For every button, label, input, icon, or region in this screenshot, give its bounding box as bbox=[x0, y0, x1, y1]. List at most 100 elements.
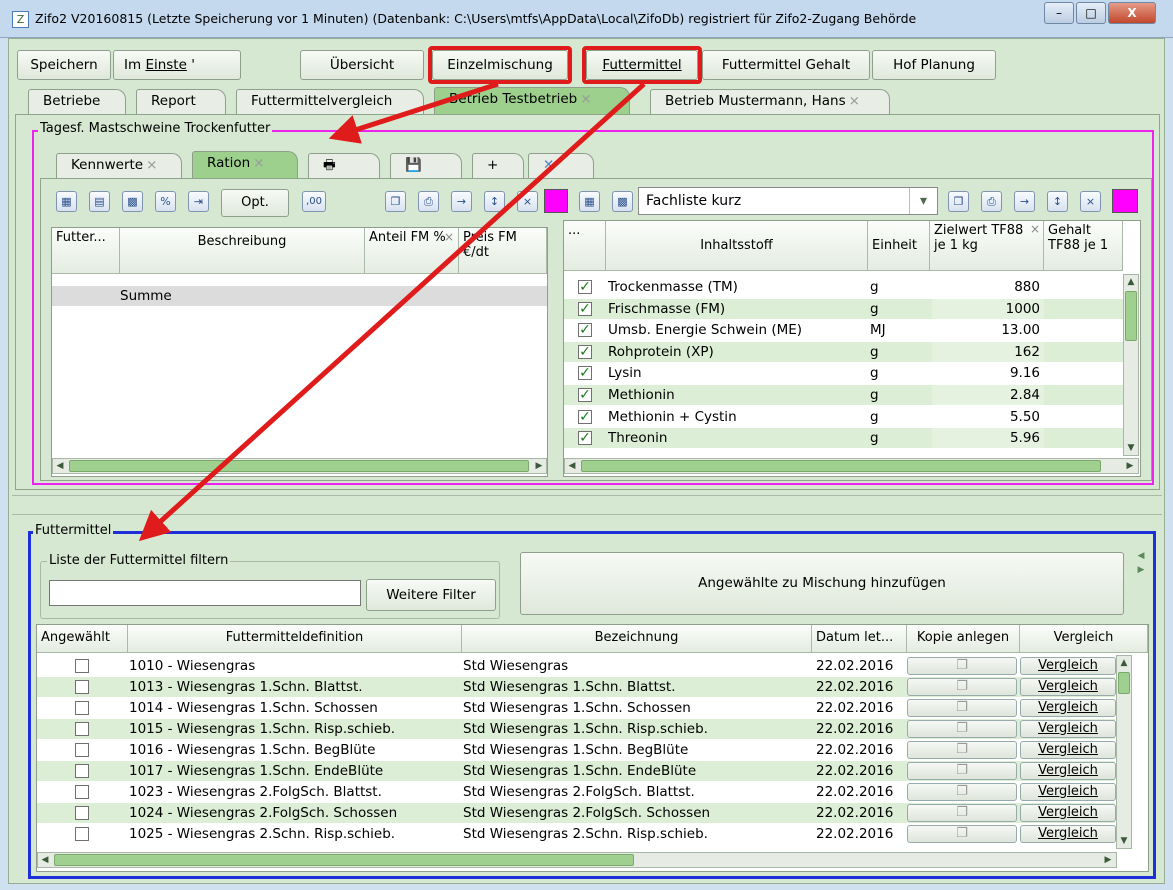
feed-row[interactable]: 1015 - Wiesengras 1.Schn. Risp.schieb. St… bbox=[37, 719, 1116, 739]
feed-row[interactable]: 1024 - Wiesengras 2.FolgSch. Schossen Std… bbox=[37, 803, 1116, 823]
export-icon[interactable]: → bbox=[451, 191, 472, 212]
delete-icon[interactable]: × bbox=[517, 191, 538, 212]
nutrient-target[interactable]: 13.00 bbox=[932, 320, 1044, 341]
col-einheit[interactable]: Einheit bbox=[868, 221, 930, 271]
nutrient-row[interactable]: ✓ Methionin + Cystin g 5.50 bbox=[564, 406, 1123, 427]
col-angewaehlt[interactable]: Angewählt bbox=[37, 625, 128, 653]
feed-row[interactable]: 1014 - Wiesengras 1.Schn. Schossen Std Wi… bbox=[37, 698, 1116, 718]
feed-select-checkbox[interactable] bbox=[75, 806, 89, 820]
feed-content-button[interactable]: Futtermittel Gehalt bbox=[702, 50, 870, 80]
copy-row-icon[interactable]: ❐ bbox=[907, 678, 1017, 696]
feed-select-checkbox[interactable] bbox=[75, 701, 89, 715]
scroll-right-icon[interactable]: ▶ bbox=[532, 459, 546, 473]
add-selected-button[interactable]: Angewählte zu Mischung hinzufügen bbox=[520, 552, 1124, 615]
tab-betrieb-testbetrieb[interactable]: Betrieb Testbetrieb × bbox=[434, 87, 630, 114]
nutrient-hscroll[interactable]: ◀ ▶ bbox=[564, 458, 1139, 474]
copy-row-icon[interactable]: ❐ bbox=[907, 762, 1017, 780]
tab-futtermittelvergleich[interactable]: Futtermittelvergleich bbox=[236, 89, 424, 114]
nutrient-checkbox[interactable]: ✓ bbox=[578, 431, 592, 446]
compare-button[interactable]: Vergleich bbox=[1020, 741, 1116, 759]
delete-icon-right[interactable]: × bbox=[1080, 191, 1101, 212]
nutrient-checkbox[interactable]: ✓ bbox=[578, 280, 592, 294]
col-anteil-close-icon[interactable]: × bbox=[444, 230, 454, 244]
nutrient-target[interactable]: 880 bbox=[932, 277, 1044, 297]
tab-betriebe[interactable]: Betriebe bbox=[28, 89, 126, 114]
sort-icon-right[interactable]: ↕ bbox=[1047, 191, 1068, 212]
feed-vscroll[interactable]: ▲ ▼ bbox=[1116, 655, 1132, 849]
nutrient-checkbox[interactable]: ✓ bbox=[578, 323, 592, 338]
col-beschreibung[interactable]: Beschreibung bbox=[120, 228, 365, 274]
nutrient-target[interactable]: 2.84 bbox=[932, 385, 1044, 405]
tab-kennwerte[interactable]: Kennwerte × bbox=[56, 153, 182, 178]
copy-row-icon[interactable]: ❐ bbox=[907, 741, 1017, 759]
print-icon-right[interactable]: ⎙ bbox=[981, 191, 1002, 212]
feed-select-checkbox[interactable] bbox=[75, 743, 89, 757]
feed-select-checkbox[interactable] bbox=[75, 680, 89, 694]
feed-select-checkbox[interactable] bbox=[75, 722, 89, 736]
feed-select-checkbox[interactable] bbox=[75, 764, 89, 778]
nutrient-target[interactable]: 5.50 bbox=[932, 406, 1044, 427]
scroll-thumb[interactable] bbox=[69, 460, 529, 472]
close-button[interactable]: X bbox=[1108, 2, 1156, 24]
compare-button[interactable]: Vergleich bbox=[1020, 720, 1116, 738]
sort-icon[interactable]: ↕ bbox=[484, 191, 505, 212]
scroll-down-icon[interactable]: ▼ bbox=[1124, 441, 1138, 455]
feed-row[interactable]: 1025 - Wiesengras 2.Schn. Risp.schieb. St… bbox=[37, 824, 1116, 844]
grid-icon[interactable]: ▩ bbox=[122, 191, 143, 212]
col-futtermitteldefinition[interactable]: Futtermitteldefinition bbox=[128, 625, 462, 653]
col-dots[interactable]: ... bbox=[564, 221, 606, 271]
tab-report[interactable]: Report bbox=[136, 89, 226, 114]
nutrient-checkbox[interactable]: ✓ bbox=[578, 409, 592, 424]
decimals-button[interactable]: ,00 bbox=[302, 191, 326, 212]
nutrient-target[interactable]: 162 bbox=[932, 341, 1044, 362]
nutrient-target[interactable]: 1000 bbox=[932, 298, 1044, 319]
compare-button[interactable]: Vergleich bbox=[1020, 762, 1116, 780]
arrow-icon[interactable]: ⇥ bbox=[188, 191, 209, 212]
nutrient-row[interactable]: ✓ Lysin g 9.16 bbox=[564, 363, 1123, 384]
save-button[interactable]: Speichern bbox=[17, 50, 111, 80]
compare-button[interactable]: Vergleich bbox=[1020, 699, 1116, 717]
copy-row-icon[interactable]: ❐ bbox=[907, 804, 1017, 822]
options-button[interactable]: Opt. bbox=[221, 189, 289, 217]
col-zielwert[interactable]: Zielwert TF88 je 1 kg bbox=[930, 221, 1044, 271]
new-row-icon[interactable]: ▦ bbox=[56, 191, 77, 212]
percent-icon[interactable]: % bbox=[155, 191, 176, 212]
vscroll-thumb[interactable] bbox=[1125, 291, 1137, 341]
feed-hscroll-thumb[interactable] bbox=[54, 854, 634, 866]
import-settings-button[interactable]: Im Einste ' bbox=[113, 50, 241, 80]
feed-scroll-left-icon[interactable]: ◀ bbox=[38, 853, 52, 867]
tab-ration[interactable]: Ration × bbox=[192, 151, 298, 178]
nutrient-row[interactable]: ✓ Rohprotein (XP) g 162 bbox=[564, 341, 1123, 362]
collapse-left-icon[interactable]: ◀ bbox=[1134, 549, 1148, 563]
nutrient-row[interactable]: ✓ Threonin g 5.96 bbox=[564, 428, 1123, 449]
tab-kennwerte-close-icon[interactable]: × bbox=[146, 157, 157, 173]
feed-row[interactable]: 1023 - Wiesengras 2.FolgSch. Blattst. Std… bbox=[37, 782, 1116, 802]
compare-button[interactable]: Vergleich bbox=[1020, 678, 1116, 696]
farm-planning-button[interactable]: Hof Planung bbox=[872, 50, 996, 80]
new-col-icon[interactable]: ▤ bbox=[89, 191, 110, 212]
feed-scroll-down-icon[interactable]: ▼ bbox=[1117, 834, 1131, 848]
copy-row-icon[interactable]: ❐ bbox=[907, 720, 1017, 738]
ration-grid-hscroll[interactable]: ◀ ▶ bbox=[52, 458, 547, 474]
nutrient-vscroll[interactable]: ▲ ▼ bbox=[1123, 274, 1139, 456]
scroll-right-icon-right[interactable]: ▶ bbox=[1123, 459, 1137, 473]
col-kopie[interactable]: Kopie anlegen bbox=[907, 625, 1020, 653]
tab-mustermann-close-icon[interactable]: × bbox=[849, 93, 860, 109]
feed-row[interactable]: 1017 - Wiesengras 1.Schn. EndeBlüte Std W… bbox=[37, 761, 1116, 781]
feed-scroll-right-icon[interactable]: ▶ bbox=[1101, 853, 1115, 867]
nutrient-target[interactable]: 9.16 bbox=[932, 363, 1044, 384]
nutrient-checkbox[interactable]: ✓ bbox=[578, 366, 592, 381]
splitter[interactable] bbox=[12, 495, 1162, 515]
export-icon-right[interactable]: → bbox=[1014, 191, 1035, 212]
nutrient-row[interactable]: ✓ Umsb. Energie Schwein (ME) MJ 13.00 bbox=[564, 320, 1123, 341]
col-preis[interactable]: Preis FM €/dt bbox=[459, 228, 547, 274]
more-filters-button[interactable]: Weitere Filter bbox=[366, 579, 496, 611]
color-swatch-right[interactable] bbox=[1112, 189, 1138, 213]
copy-row-icon[interactable]: ❐ bbox=[907, 783, 1017, 801]
copy-icon-right[interactable]: ❐ bbox=[948, 191, 969, 212]
col-datum[interactable]: Datum let... bbox=[812, 625, 907, 653]
minimize-button[interactable]: – bbox=[1044, 2, 1074, 24]
feed-hscroll[interactable]: ◀ ▶ bbox=[37, 852, 1117, 868]
nutrient-row[interactable]: ✓ Frischmasse (FM) g 1000 bbox=[564, 298, 1123, 319]
sum-row[interactable]: Summe bbox=[52, 286, 547, 306]
